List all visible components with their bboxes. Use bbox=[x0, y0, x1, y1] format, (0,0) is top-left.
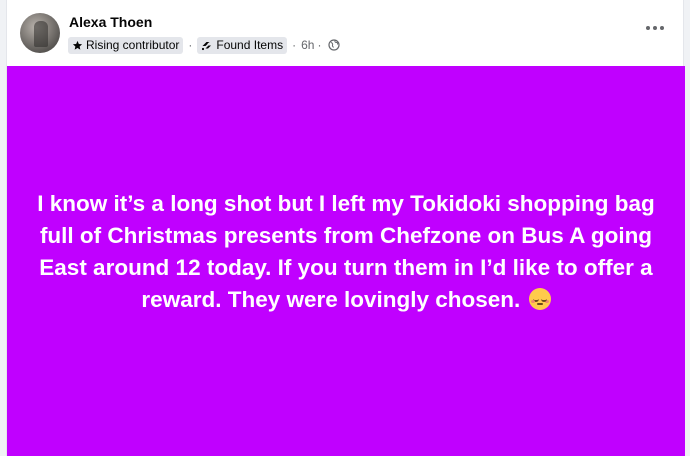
star-icon bbox=[72, 40, 83, 50]
post-text-background: I know it’s a long shot but I left my To… bbox=[7, 66, 685, 456]
rising-contributor-label: Rising contributor bbox=[86, 38, 180, 52]
post-time[interactable]: 6h bbox=[301, 38, 314, 52]
avatar[interactable] bbox=[20, 13, 60, 53]
post-meta: Rising contributor · Found Items · 6h · bbox=[68, 36, 341, 54]
post-body-text: I know it’s a long shot but I left my To… bbox=[37, 191, 655, 312]
post-card: Alexa Thoen Rising contributor · Found I… bbox=[6, 0, 685, 456]
post-header: Alexa Thoen Rising contributor · Found I… bbox=[7, 0, 683, 66]
meta-separator: · bbox=[188, 38, 193, 52]
meta-separator: · bbox=[292, 38, 297, 52]
meta-separator: · bbox=[317, 38, 322, 52]
post-body: I know it’s a long shot but I left my To… bbox=[26, 188, 666, 316]
found-items-badge[interactable]: Found Items bbox=[197, 36, 288, 54]
rising-contributor-badge[interactable]: Rising contributor bbox=[68, 36, 184, 54]
found-items-label: Found Items bbox=[216, 38, 284, 52]
pensive-face-icon bbox=[528, 288, 551, 310]
author-name[interactable]: Alexa Thoen bbox=[69, 14, 152, 30]
more-options-icon[interactable] bbox=[643, 18, 667, 38]
globe-icon[interactable] bbox=[328, 39, 341, 51]
tag-icon bbox=[202, 41, 212, 50]
